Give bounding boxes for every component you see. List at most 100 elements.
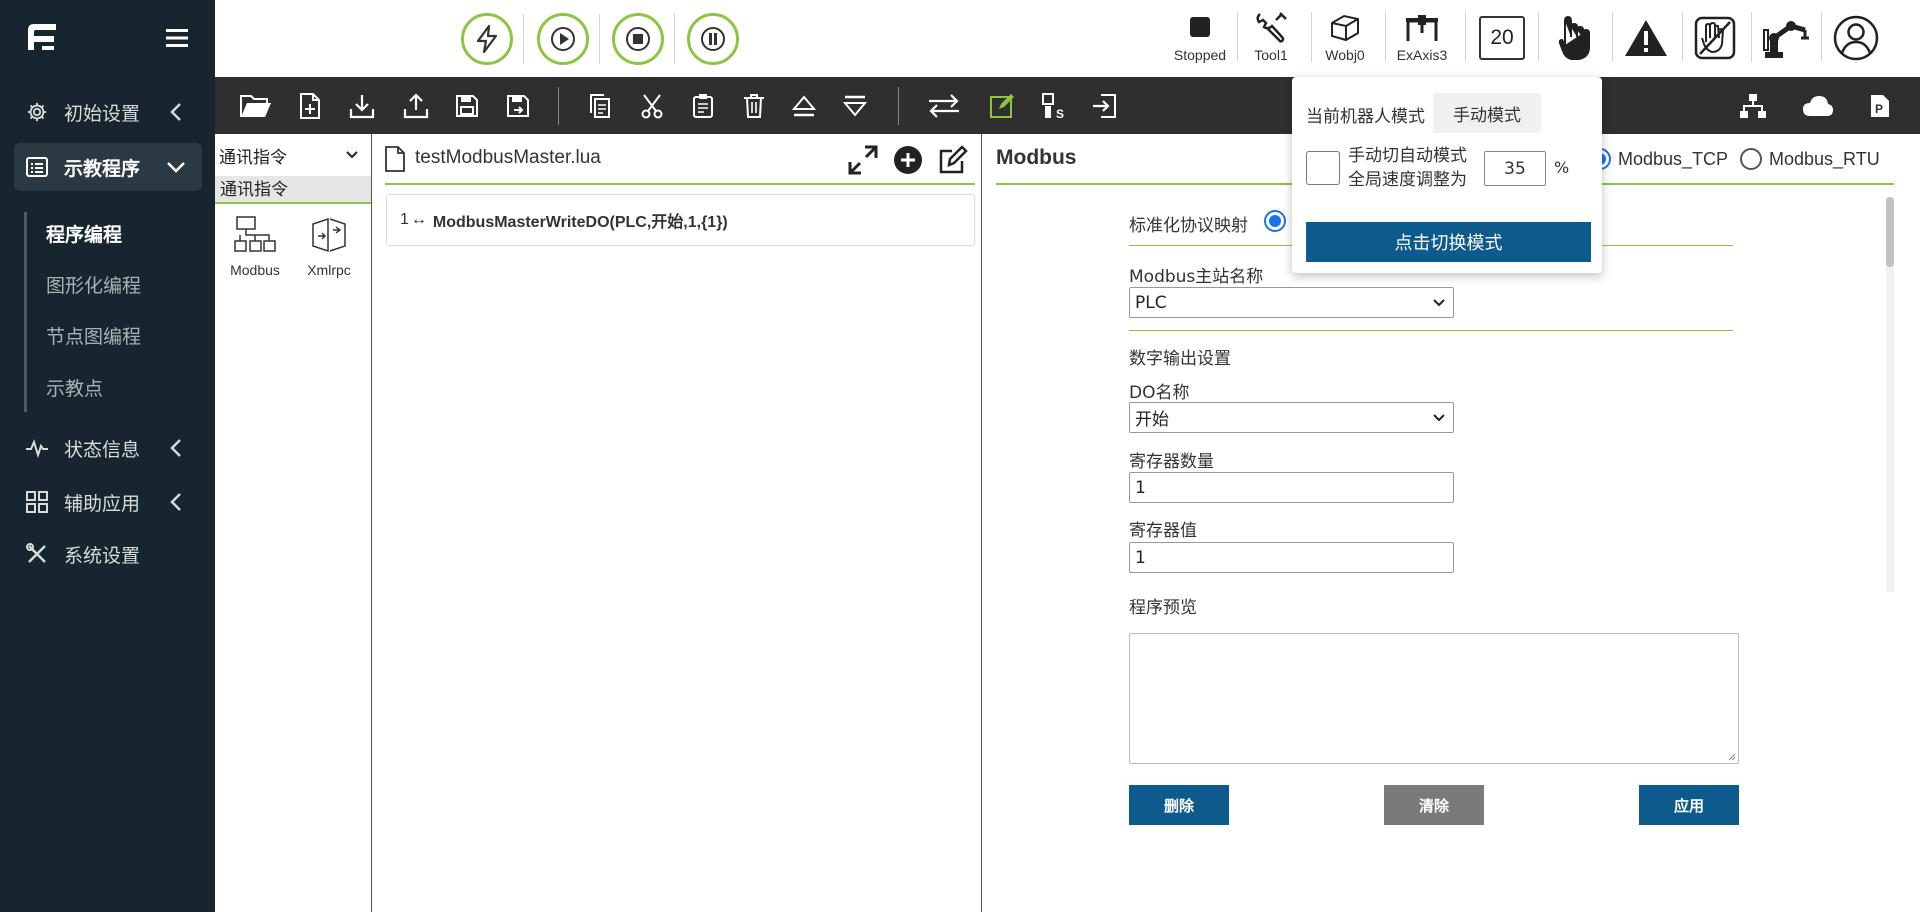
radio-unselected-icon <box>1740 148 1762 170</box>
nav-initial-settings[interactable]: 初始设置 <box>14 89 202 135</box>
clear-button[interactable]: 清除 <box>1384 785 1484 825</box>
upload-icon[interactable] <box>399 89 433 123</box>
submenu-teach-points[interactable]: 示教点 <box>46 374 103 401</box>
points-file-icon[interactable]: P <box>1863 89 1897 123</box>
editor-toolbar: S P <box>215 77 1920 134</box>
submenu-program-editing[interactable]: 程序编程 <box>46 220 122 247</box>
play-button[interactable] <box>537 13 589 65</box>
status-label: Stopped <box>1173 47 1227 63</box>
nav-label: 初始设置 <box>64 102 141 125</box>
user-avatar-icon[interactable] <box>1827 14 1885 62</box>
nav-label: 示教程序 <box>64 157 141 180</box>
enable-button[interactable] <box>461 13 513 65</box>
divider <box>1682 12 1683 62</box>
line-arrow-icon: ↔ <box>410 211 427 228</box>
variable-icon[interactable]: S <box>1037 89 1071 123</box>
resize-handle-icon[interactable] <box>1726 751 1736 761</box>
apply-button[interactable]: 应用 <box>1639 785 1739 825</box>
move-down-icon[interactable] <box>838 89 872 123</box>
new-file-icon[interactable] <box>293 89 327 123</box>
import-icon[interactable] <box>1087 89 1121 123</box>
instruction-category-select[interactable]: 通讯指令 <box>219 142 367 168</box>
submenu-node-graph-programming[interactable]: 节点图编程 <box>46 322 141 349</box>
chevron-left-icon <box>164 436 188 460</box>
chevron-down-icon <box>164 155 188 179</box>
protocol-tcp-radio[interactable]: Modbus_TCP <box>1589 148 1728 170</box>
submenu-graphical-programming[interactable]: 图形化编程 <box>46 271 141 298</box>
preview-label: 程序预览 <box>1129 598 1197 618</box>
master-name-select[interactable]: PLC <box>1129 287 1454 318</box>
divider <box>1612 12 1613 62</box>
sidebar: 初始设置 示教程序 程序编程 图形化编程 节点图编程 示教点 状态信息 辅助应用 <box>0 0 215 912</box>
xmlrpc-instruction-tile[interactable]: Xmlrpc <box>296 216 362 292</box>
drag-teach-icon[interactable] <box>1687 14 1743 62</box>
top-bar: Stopped Tool1 Wobj0 ExAxis3 20 <box>215 0 1920 77</box>
swap-icon[interactable] <box>923 89 965 123</box>
register-value-label: 寄存器值 <box>1129 521 1197 541</box>
auto-speed-checkbox[interactable] <box>1306 151 1340 185</box>
nav-teach-program[interactable]: 示教程序 <box>14 143 202 191</box>
divider <box>1821 12 1822 62</box>
stop-button[interactable] <box>612 13 664 65</box>
chevron-left-icon <box>164 490 188 514</box>
app-logo-icon <box>28 24 56 50</box>
modbus-title: Modbus <box>996 146 1077 169</box>
paste-icon[interactable] <box>686 89 720 123</box>
program-preview-textarea[interactable] <box>1129 633 1739 764</box>
exaxis-selector[interactable]: ExAxis3 <box>1390 10 1454 68</box>
master-name-value: PLC <box>1135 292 1167 313</box>
code-line[interactable]: 1 ↔ ModbusMasterWriteDO(PLC,开始,1,{1}) <box>386 194 975 246</box>
add-line-icon[interactable] <box>892 144 924 176</box>
do-name-select[interactable]: 开始 <box>1129 402 1454 433</box>
run-status[interactable]: Stopped <box>1168 10 1232 68</box>
form-scrollbar-thumb[interactable] <box>1886 197 1894 267</box>
edit-icon[interactable] <box>937 144 969 176</box>
global-speed-input[interactable]: 35 <box>1484 151 1546 186</box>
modbus-instruction-tile[interactable]: Modbus <box>222 216 288 292</box>
chevron-down-icon <box>346 151 358 159</box>
modbus-icon <box>234 216 276 252</box>
network-icon[interactable] <box>1736 89 1770 123</box>
pulse-icon <box>24 435 50 461</box>
manual-mode-hand-icon[interactable] <box>1545 14 1605 62</box>
file-icon <box>385 146 405 172</box>
cloud-icon[interactable] <box>1801 89 1835 123</box>
download-icon[interactable] <box>345 89 379 123</box>
protocol-rtu-radio[interactable]: Modbus_RTU <box>1740 148 1880 170</box>
auto-speed-text-line2: 全局速度调整为 <box>1348 170 1467 190</box>
register-value-input[interactable]: 1 <box>1129 542 1454 573</box>
delete-icon[interactable] <box>737 89 771 123</box>
current-mode-label: 当前机器人模式 <box>1306 107 1425 127</box>
instruction-category-header[interactable]: 通讯指令 <box>215 176 371 204</box>
expand-icon[interactable] <box>847 144 879 176</box>
speed-indicator[interactable]: 20 <box>1479 16 1525 60</box>
pause-button[interactable] <box>687 13 739 65</box>
instruction-category-value: 通讯指令 <box>219 147 287 168</box>
tool-selector[interactable]: Tool1 <box>1242 10 1300 68</box>
delete-button[interactable]: 删除 <box>1129 785 1229 825</box>
play-icon <box>551 27 575 51</box>
divider <box>599 14 600 64</box>
divider <box>674 14 675 64</box>
warning-icon[interactable] <box>1617 14 1675 62</box>
gear-icon <box>24 99 50 125</box>
switch-mode-button[interactable]: 点击切换模式 <box>1306 222 1591 262</box>
svg-text:P: P <box>1875 102 1883 116</box>
save-icon[interactable] <box>450 89 484 123</box>
nav-system-settings[interactable]: 系统设置 <box>14 531 202 577</box>
robot-arm-icon[interactable] <box>1757 14 1815 62</box>
tools-icon <box>24 541 50 567</box>
move-up-icon[interactable] <box>787 89 821 123</box>
save-as-icon[interactable] <box>501 89 535 123</box>
edit-mode-icon[interactable] <box>985 89 1019 123</box>
nav-status-info[interactable]: 状态信息 <box>14 425 202 471</box>
chevron-left-icon <box>164 100 188 124</box>
copy-icon[interactable] <box>583 89 617 123</box>
hamburger-menu-icon[interactable] <box>165 26 189 50</box>
cut-icon[interactable] <box>635 89 669 123</box>
open-folder-icon[interactable] <box>239 89 273 123</box>
wobj-selector[interactable]: Wobj0 <box>1316 10 1374 68</box>
register-count-input[interactable]: 1 <box>1129 472 1454 503</box>
std-mapping-radio[interactable] <box>1264 210 1286 232</box>
nav-auxiliary-apps[interactable]: 辅助应用 <box>14 479 202 525</box>
